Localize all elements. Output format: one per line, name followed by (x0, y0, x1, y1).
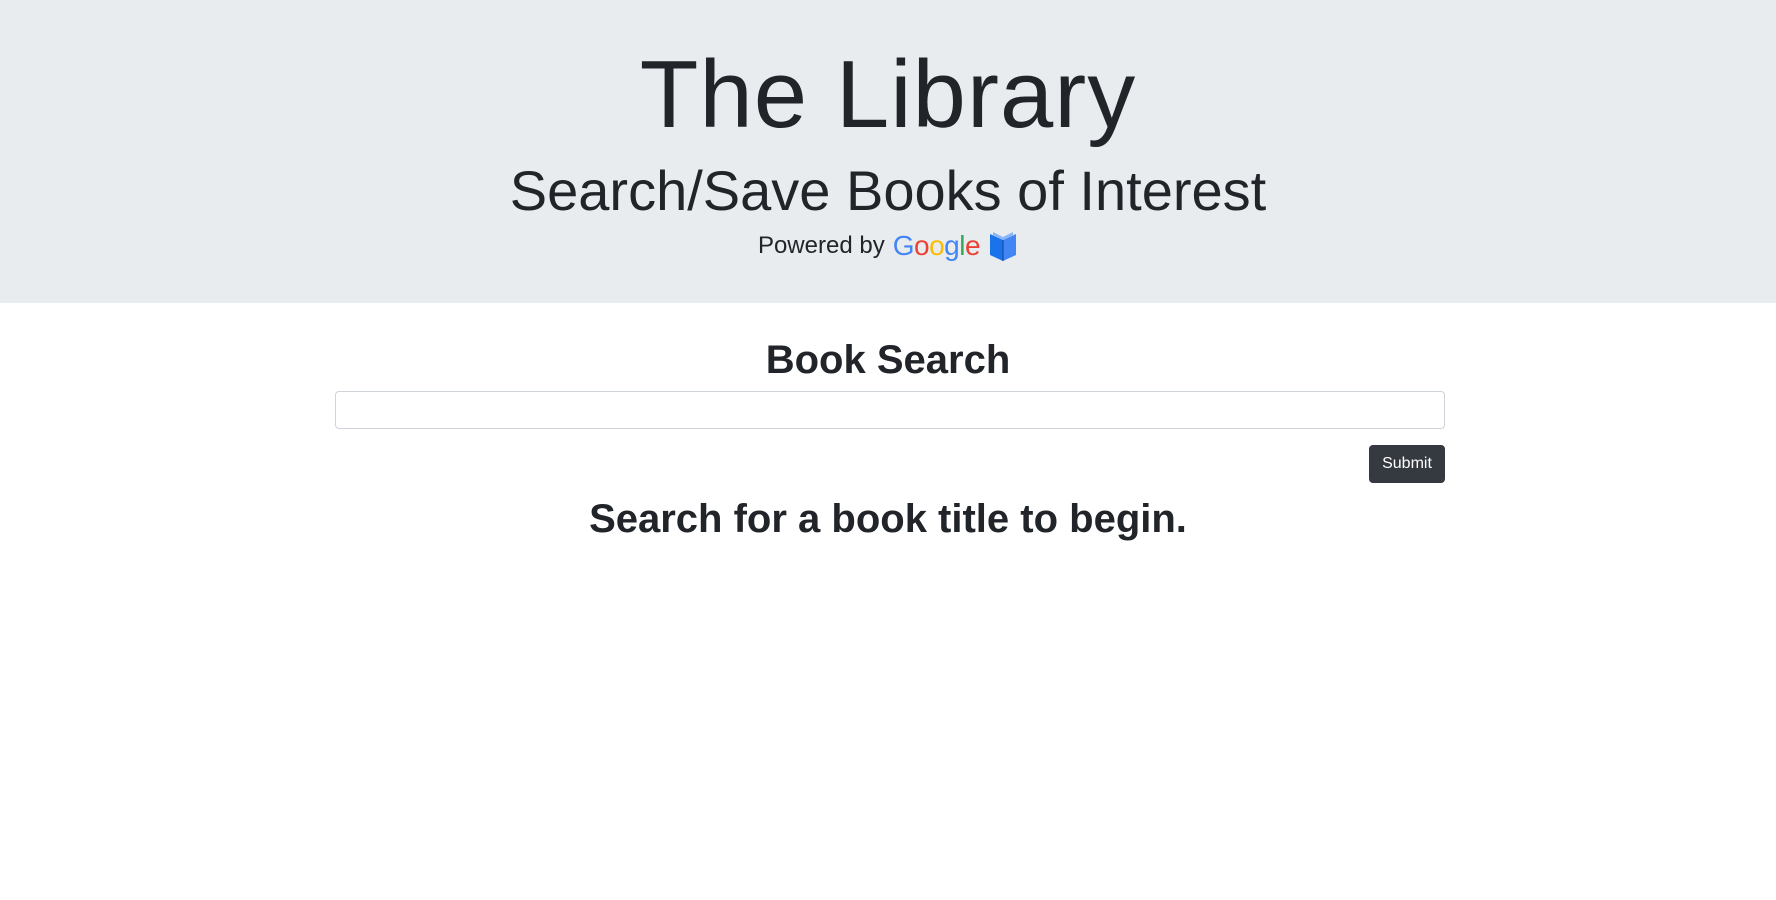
book-search-heading: Book Search (765, 338, 1011, 382)
book-search-input[interactable] (335, 391, 1445, 429)
submit-button[interactable]: Submit (1369, 445, 1445, 483)
site-title: The Library (639, 41, 1137, 148)
powered-by-text: Powered by (757, 232, 885, 259)
google-logo: Google (892, 230, 981, 261)
header-jumbotron: The Library Search/Save Books of Interes… (0, 0, 1776, 303)
site-subtitle: Search/Save Books of Interest (509, 159, 1267, 222)
powered-by-row: Powered by Google (0, 226, 1776, 266)
google-books-icon (988, 230, 1018, 262)
empty-results-message: Search for a book title to begin. (589, 497, 1187, 541)
